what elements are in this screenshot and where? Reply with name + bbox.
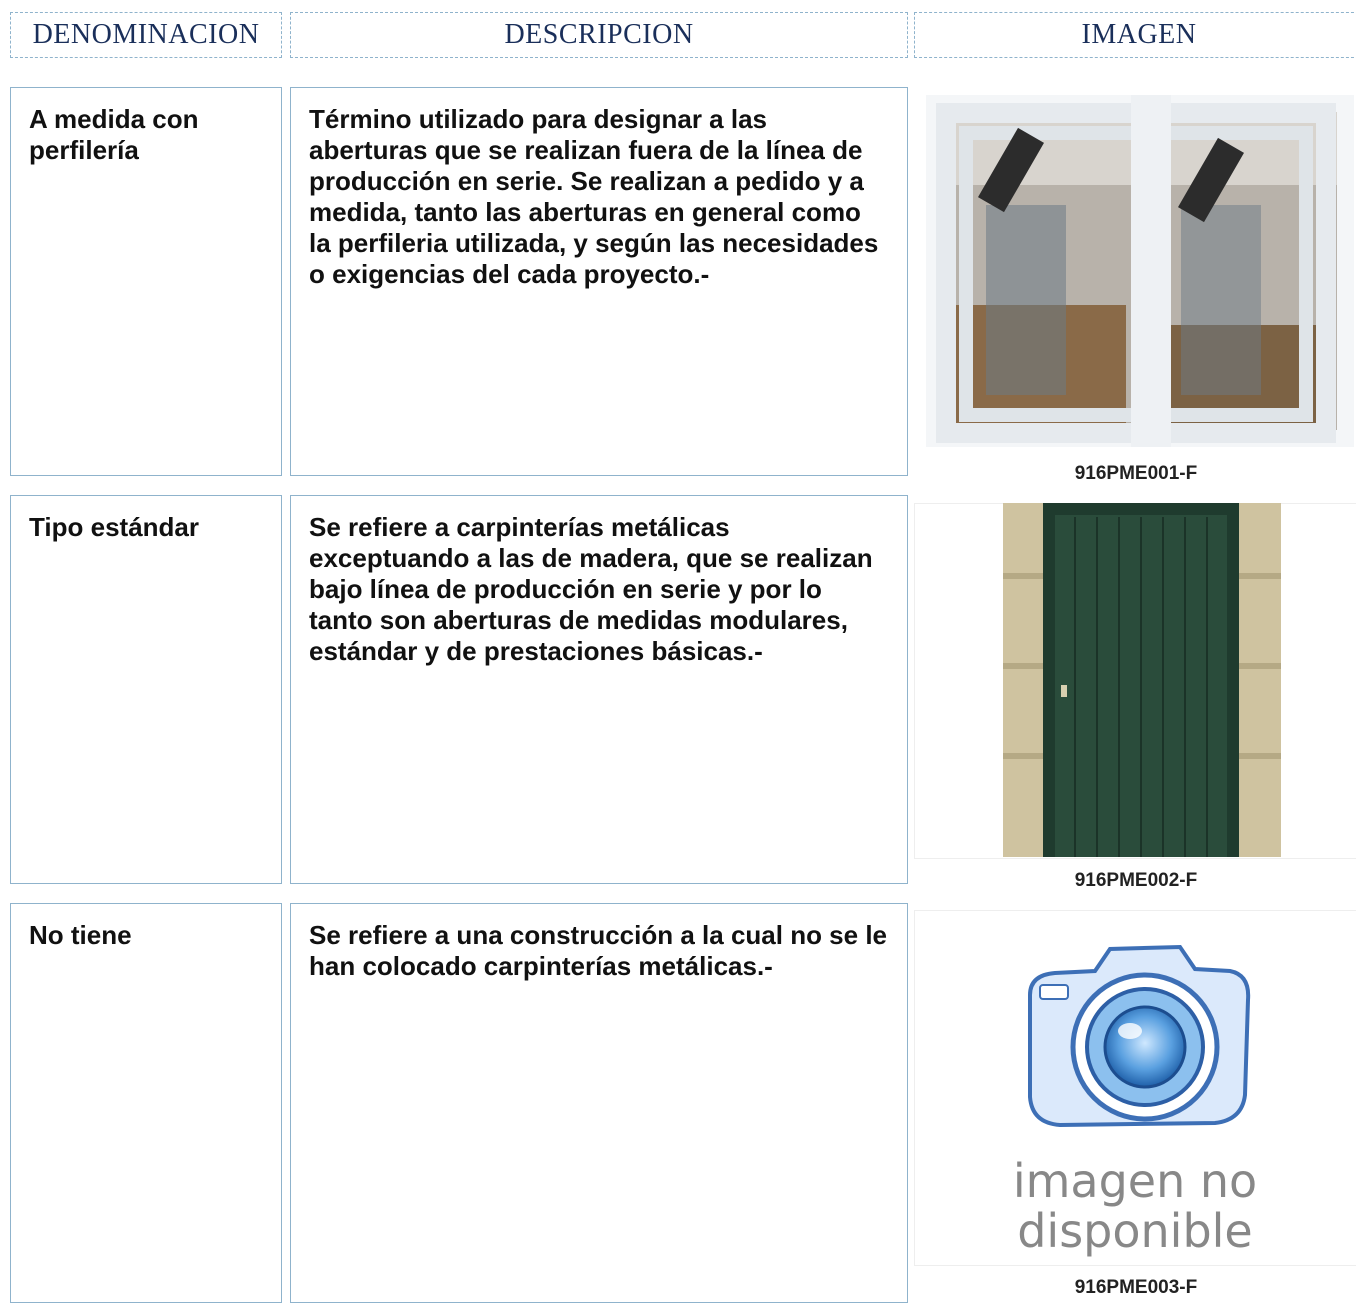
row-2-image-code: 916PME002-F bbox=[1074, 870, 1198, 891]
row-3-denominacion: No tiene bbox=[10, 903, 282, 1303]
camera-icon bbox=[1010, 935, 1260, 1150]
row-2-descripcion: Se refiere a carpinterías metálicas exce… bbox=[290, 495, 908, 884]
row-3-descripcion: Se refiere a una construcción a la cual … bbox=[290, 903, 908, 1303]
header-descripcion: DESCRIPCION bbox=[290, 12, 908, 58]
row-1-descripcion: Término utilizado para designar a las ab… bbox=[290, 87, 908, 476]
row-3-image-code: 916PME003-F bbox=[1074, 1277, 1198, 1298]
row-2-denominacion: Tipo estándar bbox=[10, 495, 282, 884]
placeholder-text-line1: imagen no bbox=[1012, 1154, 1258, 1208]
row-1-window-photo bbox=[926, 95, 1354, 447]
header-imagen: IMAGEN bbox=[914, 12, 1356, 58]
header-denominacion: DENOMINACION bbox=[10, 12, 282, 58]
placeholder-text-line2: disponible bbox=[1017, 1204, 1253, 1258]
row-2-door-photo bbox=[1003, 503, 1281, 857]
row-1-image-code: 916PME001-F bbox=[1074, 463, 1198, 484]
row-1-denominacion: A medida con perfilería bbox=[10, 87, 282, 476]
